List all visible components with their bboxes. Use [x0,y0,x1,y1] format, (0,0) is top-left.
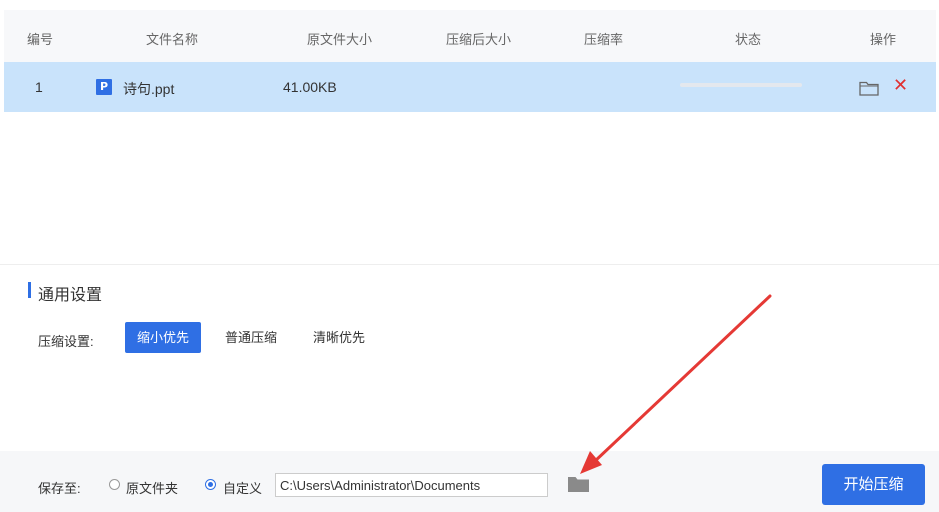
folder-icon[interactable] [567,475,590,493]
compress-setting-label: 压缩设置: [38,334,94,349]
ppt-file-icon: P [96,79,112,95]
radio-original-folder[interactable] [109,479,120,490]
option-button-clarity-priority[interactable]: 清晰优先 [301,322,377,353]
file-list-panel: 编号 文件名称 原文件大小 压缩后大小 压缩率 状态 操作 1 P 诗句.ppt… [4,10,936,264]
radio-original-folder-label[interactable]: 原文件夹 [126,478,178,497]
folder-icon[interactable] [859,80,879,96]
row-original-size: 41.00KB [283,79,337,95]
header-original-size: 原文件大小 [307,32,373,47]
header-compressed-size: 压缩后大小 [446,32,512,47]
start-compress-button[interactable]: 开始压缩 [822,464,925,505]
save-path-input[interactable] [275,473,548,497]
header-ratio: 压缩率 [584,32,624,47]
section-divider [0,264,939,265]
title-accent-bar [28,282,31,298]
table-row[interactable]: 1 P 诗句.ppt 41.00KB ✕ [4,62,936,112]
table-header: 编号 文件名称 原文件大小 压缩后大小 压缩率 状态 操作 [4,10,936,62]
radio-custom-label[interactable]: 自定义 [223,478,262,497]
header-index: 编号 [27,32,54,47]
close-icon[interactable]: ✕ [893,77,909,95]
header-status: 状态 [735,32,762,47]
option-button-normal[interactable]: 普通压缩 [213,322,289,353]
status-progress-bar [680,83,802,87]
settings-title-text: 通用设置 [38,287,103,304]
header-file-name: 文件名称 [146,32,199,47]
row-index: 1 [35,79,43,95]
header-actions: 操作 [870,32,897,47]
radio-custom[interactable] [205,479,216,490]
row-file-name: 诗句.ppt [123,81,175,97]
option-button-size-priority[interactable]: 缩小优先 [125,322,201,353]
save-to-label: 保存至: [38,481,81,496]
